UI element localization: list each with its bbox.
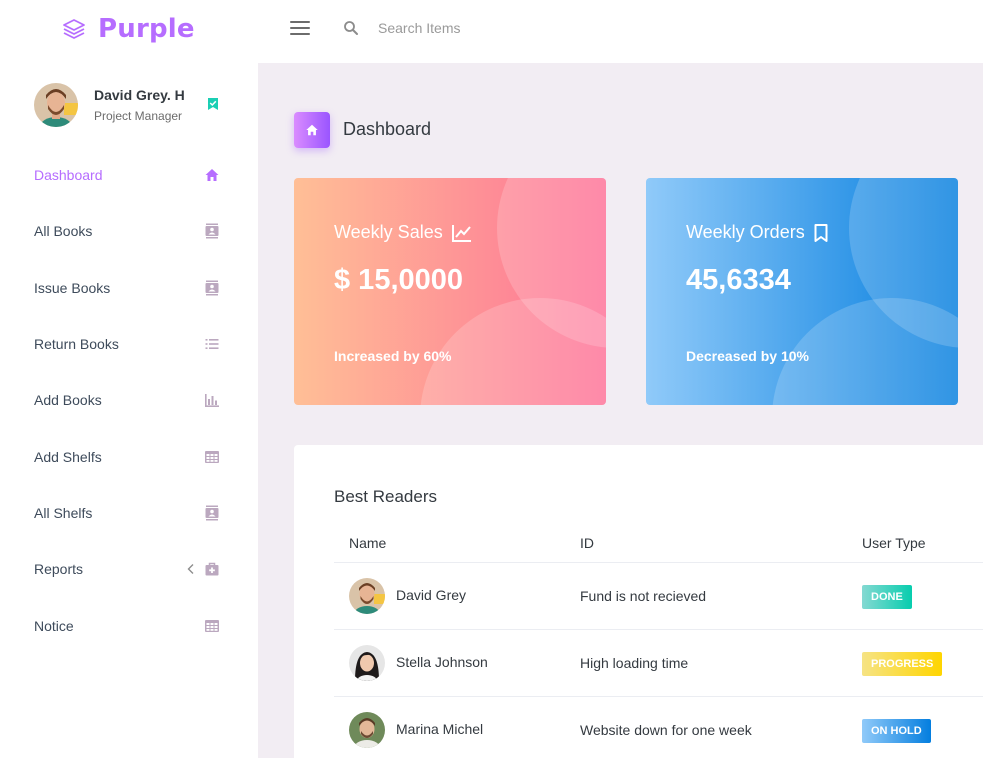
chevron-left-icon[interactable]: [186, 563, 196, 575]
sidebar-item-notice[interactable]: Notice: [0, 597, 258, 653]
sidebar-item-add-shelfs[interactable]: Add Shelfs: [0, 428, 258, 484]
reader-id: Website down for one week: [580, 722, 752, 738]
card-title-text: Weekly Orders: [686, 222, 805, 242]
card-title: Weekly Orders: [686, 222, 829, 243]
sidebar-item-label: Add Shelfs: [34, 448, 102, 465]
sidebar-item-issue-books[interactable]: Issue Books: [0, 260, 258, 316]
reader-name: David Grey: [396, 587, 467, 603]
card-title-text: Weekly Sales: [334, 222, 443, 242]
sidebar-item-return-books[interactable]: Return Books: [0, 316, 258, 372]
bar-chart-icon: [205, 394, 219, 408]
layers-icon: [63, 19, 85, 39]
page-title: Dashboard: [343, 119, 432, 139]
sidebar-item-add-books[interactable]: Add Books: [0, 372, 258, 428]
table-row[interactable]: David Grey Fund is not recieved DONE: [334, 563, 983, 630]
card-title: Weekly Sales: [334, 222, 473, 243]
avatar: [349, 645, 385, 681]
weekly-sales-card: Weekly Sales $ 15,0000 Increased by 60%: [294, 178, 606, 405]
column-header-user-type: User Type: [862, 535, 926, 551]
contacts-icon: [205, 505, 219, 521]
search-icon: [344, 21, 358, 35]
chart-line-icon: [451, 224, 471, 242]
sidebar-item-label: Dashboard: [34, 167, 103, 184]
sidebar-item-all-books[interactable]: All Books: [0, 203, 258, 259]
home-icon: [205, 169, 219, 182]
readers-table: Name ID User Type David Grey Fund is not…: [334, 523, 983, 758]
contacts-icon: [205, 223, 219, 239]
sidebar-item-label: All Books: [34, 223, 93, 240]
brand-name: Purple: [98, 14, 195, 44]
page-header-home-icon: [294, 112, 330, 148]
table-row[interactable]: Stella Johnson High loading time PROGRES…: [334, 630, 983, 697]
column-header-id: ID: [580, 535, 594, 551]
sidebar-item-label: Issue Books: [34, 279, 111, 296]
bookmark-outline-icon: [814, 223, 828, 242]
table-header: Name ID User Type: [334, 523, 983, 563]
sidebar-item-label: Reports: [34, 561, 84, 578]
card-value: $ 15,0000: [334, 264, 464, 296]
reader-name: Marina Michel: [396, 721, 484, 737]
reader-name: Stella Johnson: [396, 654, 488, 670]
card-note: Increased by 60%: [334, 348, 452, 364]
medical-bag-icon: [205, 562, 219, 576]
sidebar-item-label: All Shelfs: [34, 504, 93, 521]
sidebar-item-label: Return Books: [34, 336, 119, 353]
table-row[interactable]: Marina Michel Website down for one week …: [334, 697, 983, 758]
avatar: [349, 712, 385, 748]
sidebar-item-label: Add Books: [34, 392, 102, 409]
brand-logo[interactable]: Purple: [62, 12, 195, 46]
status-badge: ON HOLD: [862, 719, 931, 743]
best-readers-card: Best Readers Name ID User Type David Gre…: [294, 445, 983, 758]
home-icon: [306, 124, 318, 136]
table-title: Best Readers: [334, 487, 437, 506]
bookmark-check-icon: [208, 98, 218, 110]
weekly-orders-card: Weekly Orders 45,6334 Decreased by 10%: [646, 178, 958, 405]
table-grid-icon: [205, 619, 219, 632]
reader-id: High loading time: [580, 655, 689, 671]
card-note: Decreased by 10%: [686, 348, 809, 364]
profile-role: Project Manager: [94, 109, 183, 123]
column-header-name: Name: [349, 535, 387, 551]
sidebar-item-dashboard[interactable]: Dashboard: [0, 147, 258, 203]
menu-toggle-icon[interactable]: [290, 20, 310, 36]
card-value: 45,6334: [686, 264, 791, 296]
avatar[interactable]: [34, 83, 78, 127]
sidebar-item-reports[interactable]: Reports: [0, 541, 258, 597]
sidebar-item-all-shelfs[interactable]: All Shelfs: [0, 485, 258, 541]
sidebar-item-label: Notice: [34, 617, 74, 634]
contacts-icon: [205, 280, 219, 296]
reader-id: Fund is not recieved: [580, 588, 707, 604]
search-input[interactable]: [370, 14, 630, 42]
avatar: [349, 578, 385, 614]
top-navbar: Purple: [0, 0, 983, 63]
user-profile[interactable]: David Grey. H Project Manager: [34, 83, 234, 127]
profile-name: David Grey. H: [94, 87, 185, 103]
sidebar: David Grey. H Project Manager Dashboard …: [0, 63, 258, 758]
status-badge: DONE: [862, 585, 912, 609]
status-badge: PROGRESS: [862, 652, 943, 676]
format-list-icon: [205, 339, 219, 350]
table-grid-icon: [205, 450, 219, 463]
sidebar-nav: Dashboard All Books Issue Books Return B…: [0, 147, 258, 654]
